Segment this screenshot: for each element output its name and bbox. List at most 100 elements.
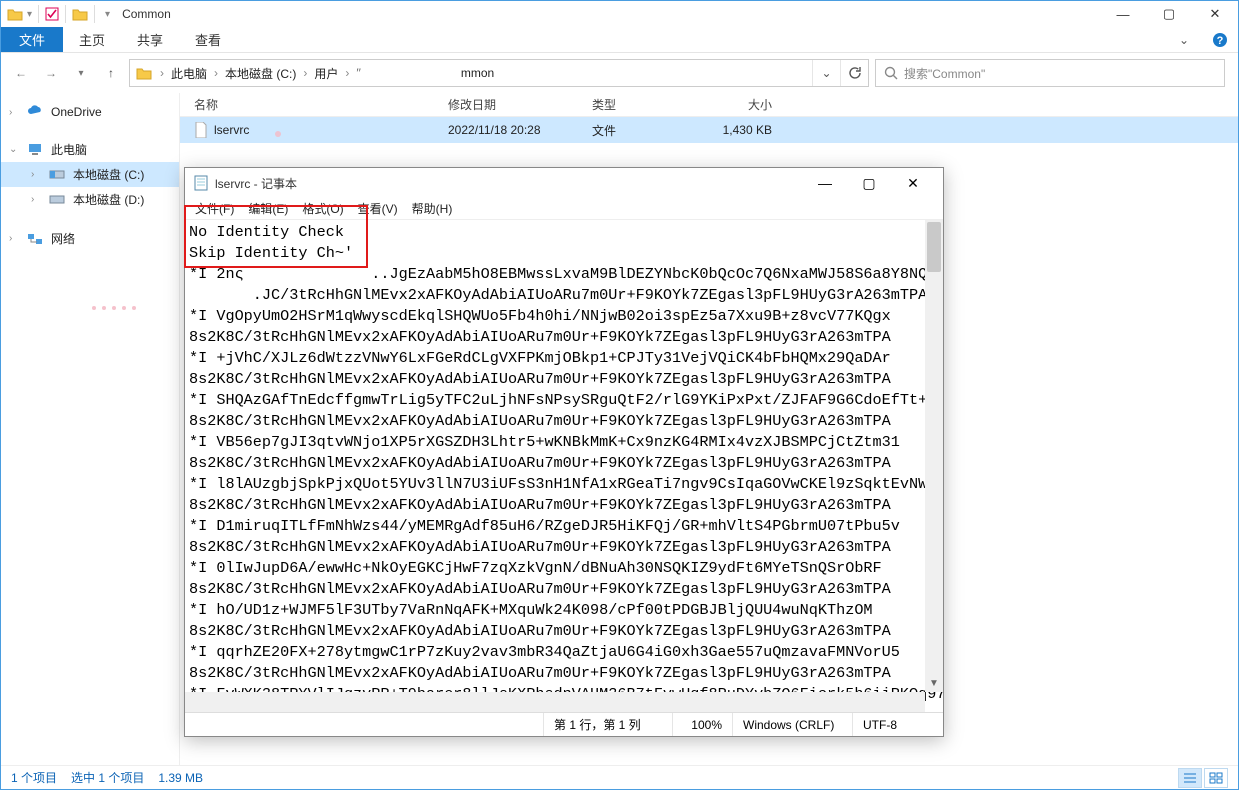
view-tab[interactable]: 查看 [179, 27, 237, 52]
np-menu-view[interactable]: 查看(V) [358, 200, 398, 217]
notepad-menu: 文件(F) 编辑(E) 格式(O) 查看(V) 帮助(H) [185, 198, 943, 220]
sidebar-network[interactable]: › 网络 [1, 226, 179, 251]
column-name[interactable]: 名称 [186, 96, 440, 113]
address-bar: ← → ▾ ↑ › 此电脑 › 本地磁盘 (C:) › 用户 › ′′ mmon… [1, 53, 1238, 93]
ribbon-expand-icon[interactable]: ⌄ [1166, 27, 1202, 52]
notepad-body[interactable]: No Identity Check Skip Identity Ch~' *I … [185, 220, 943, 712]
crumb-thispc[interactable]: 此电脑 [166, 65, 212, 82]
notepad-titlebar[interactable]: lservrc - 记事本 — ▢ ✕ [185, 168, 943, 198]
np-menu-format[interactable]: 格式(O) [302, 200, 343, 217]
sidebar-diskc[interactable]: › 本地磁盘 (C:) [1, 162, 179, 187]
nav-sidebar: › OneDrive ⌄ 此电脑 › 本地磁盘 (C:) › 本地磁盘 (D:)… [1, 93, 179, 765]
expand-icon[interactable]: › [9, 233, 19, 244]
chevron-right-icon[interactable]: › [343, 66, 351, 80]
np-menu-edit[interactable]: 编辑(E) [248, 200, 288, 217]
chevron-right-icon[interactable]: › [212, 66, 220, 80]
address-dropdown-icon[interactable]: ⌄ [812, 60, 840, 86]
column-date[interactable]: 修改日期 [440, 96, 584, 113]
qat-open-icon[interactable] [72, 7, 88, 21]
sidebar-label: 本地磁盘 (D:) [73, 191, 144, 208]
refresh-button[interactable] [840, 60, 868, 86]
np-zoom: 100% [673, 713, 733, 736]
notepad-icon [193, 175, 209, 191]
np-minimize-button[interactable]: — [803, 168, 847, 198]
share-tab[interactable]: 共享 [121, 27, 179, 52]
minimize-button[interactable]: — [1100, 1, 1146, 27]
expand-icon[interactable]: › [31, 194, 41, 205]
file-name: lservrc [214, 123, 249, 137]
notepad-text[interactable]: No Identity Check Skip Identity Ch~' *I … [189, 222, 925, 712]
np-menu-help[interactable]: 帮助(H) [412, 200, 453, 217]
scroll-down-icon[interactable]: ▼ [925, 674, 943, 692]
np-eol: Windows (CRLF) [733, 713, 853, 736]
status-count: 1 个项目 [11, 769, 57, 786]
thumbnails-view-button[interactable] [1204, 768, 1228, 788]
np-encoding: UTF-8 [853, 713, 943, 736]
svg-text:?: ? [1217, 35, 1224, 47]
sidebar-diskd[interactable]: › 本地磁盘 (D:) [1, 187, 179, 212]
sidebar-onedrive[interactable]: › OneDrive [1, 101, 179, 123]
np-close-button[interactable]: ✕ [891, 168, 935, 198]
crumb-diskc[interactable]: 本地磁盘 (C:) [220, 65, 301, 82]
chevron-right-icon[interactable]: › [158, 66, 166, 80]
file-row[interactable]: lservrc 2022/11/18 20:28 文件 1,430 KB [180, 117, 1238, 143]
forward-button[interactable]: → [39, 61, 63, 85]
chevron-right-icon[interactable]: › [301, 66, 309, 80]
np-menu-file[interactable]: 文件(F) [195, 200, 234, 217]
status-selected: 选中 1 个项目 [71, 769, 144, 786]
help-icon[interactable]: ? [1202, 27, 1238, 52]
sidebar-label: 此电脑 [51, 141, 87, 158]
column-type[interactable]: 类型 [584, 96, 700, 113]
np-maximize-button[interactable]: ▢ [847, 168, 891, 198]
crumb-truncated[interactable]: ′′ [351, 66, 366, 80]
column-size[interactable]: 大小 [700, 96, 780, 113]
search-icon [884, 66, 898, 80]
search-placeholder: 搜索"Common" [904, 65, 985, 82]
back-button[interactable]: ← [9, 61, 33, 85]
qat-properties-icon[interactable] [45, 7, 59, 21]
horizontal-scrollbar[interactable] [185, 692, 925, 712]
status-bar: 1 个项目 选中 1 个项目 1.39 MB [1, 765, 1238, 789]
qat-dropdown-icon[interactable]: ▾ [27, 9, 32, 20]
history-dropdown-icon[interactable]: ▾ [69, 61, 93, 85]
qat-overflow-icon[interactable]: ▾ [105, 9, 110, 20]
details-view-button[interactable] [1178, 768, 1202, 788]
window-title: Common [122, 7, 171, 21]
close-button[interactable]: ✕ [1192, 1, 1238, 27]
sidebar-label: OneDrive [51, 105, 102, 119]
up-button[interactable]: ↑ [99, 61, 123, 85]
maximize-button[interactable]: ▢ [1146, 1, 1192, 27]
home-tab[interactable]: 主页 [63, 27, 121, 52]
sidebar-thispc[interactable]: ⌄ 此电脑 [1, 137, 179, 162]
sidebar-label: 网络 [51, 230, 75, 247]
network-icon [27, 232, 43, 246]
crumb-users[interactable]: 用户 [309, 65, 343, 82]
notepad-statusbar: 第 1 行，第 1 列 100% Windows (CRLF) UTF-8 [185, 712, 943, 736]
scroll-thumb[interactable] [927, 222, 941, 272]
expand-icon[interactable]: › [31, 169, 41, 180]
search-input[interactable]: 搜索"Common" [875, 59, 1225, 87]
vertical-scrollbar[interactable]: ▲ ▼ [925, 220, 943, 692]
decoration [89, 299, 149, 307]
expand-icon[interactable]: › [9, 107, 19, 118]
pc-icon [27, 143, 43, 157]
disk-icon [49, 193, 65, 207]
file-tab[interactable]: 文件 [1, 27, 63, 52]
file-size: 1,430 KB [700, 123, 780, 137]
file-type: 文件 [584, 122, 700, 139]
column-headers: 名称 修改日期 类型 大小 [180, 93, 1238, 117]
crumb-common[interactable]: mmon [456, 66, 499, 80]
app-folder-icon [7, 7, 23, 21]
breadcrumb-bar[interactable]: › 此电脑 › 本地磁盘 (C:) › 用户 › ′′ mmon ⌄ [129, 59, 869, 87]
notepad-window: lservrc - 记事本 — ▢ ✕ 文件(F) 编辑(E) 格式(O) 查看… [184, 167, 944, 737]
titlebar: ▾ ▾ Common — ▢ ✕ [1, 1, 1238, 27]
np-cursor-pos: 第 1 行，第 1 列 [543, 713, 673, 736]
onedrive-icon [27, 105, 43, 119]
file-date: 2022/11/18 20:28 [440, 123, 584, 137]
ribbon: 文件 主页 共享 查看 ⌄ ? [1, 27, 1238, 53]
file-icon [194, 122, 208, 138]
breadcrumb-folder-icon [136, 66, 152, 80]
collapse-icon[interactable]: ⌄ [9, 144, 19, 155]
decoration [275, 131, 281, 137]
status-size: 1.39 MB [158, 771, 203, 785]
